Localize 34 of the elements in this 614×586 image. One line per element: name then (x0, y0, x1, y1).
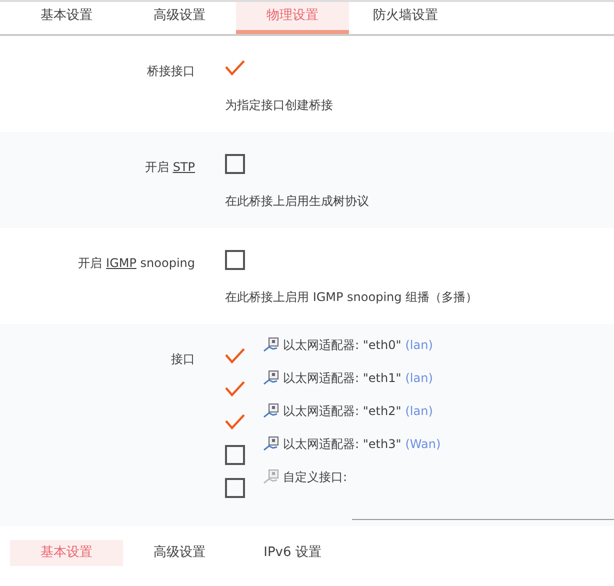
tab[interactable]: 高级设置 (123, 540, 236, 566)
network-name: (lan) (405, 403, 433, 420)
checkbox[interactable] (225, 154, 245, 174)
tab[interactable]: IPv6 设置 (236, 540, 349, 566)
checkbox[interactable] (225, 445, 245, 465)
field-label: 开启 IGMP snooping (77, 255, 195, 272)
network-adapter-icon (263, 436, 279, 452)
network-name: (Wan) (405, 436, 441, 453)
field-label: 桥接接口 (146, 63, 195, 80)
interface-name: 以太网适配器: "eth3" (283, 436, 402, 453)
checkmark[interactable] (225, 379, 245, 399)
network-adapter-icon (263, 370, 279, 386)
interface-name: 以太网适配器: "eth2" (283, 403, 402, 420)
field-label: 开启 STP (144, 159, 195, 176)
interface-name: 以太网适配器: "eth0" (283, 337, 402, 354)
network-adapter-icon (263, 337, 279, 353)
tab[interactable]: 基本设置 (10, 2, 123, 34)
tab[interactable]: 防火墙设置 (349, 2, 462, 34)
help-text: 在此桥接上启用 IGMP snooping 组播（多播） (225, 289, 479, 306)
network-adapter-icon (263, 469, 279, 485)
tab[interactable]: 高级设置 (123, 2, 236, 34)
checkmark[interactable] (225, 412, 245, 432)
help-text: 在此桥接上启用生成树协议 (225, 193, 370, 210)
interface-name: 以太网适配器: "eth1" (283, 370, 402, 387)
network-name: (lan) (405, 370, 433, 387)
interface-name: 自定义接口: (283, 469, 348, 486)
checkmark[interactable] (225, 58, 245, 78)
help-text: 为指定接口创建桥接 (225, 97, 334, 114)
checkbox[interactable] (225, 478, 245, 498)
field-label: 接口 (170, 351, 195, 368)
checkbox[interactable] (225, 250, 245, 270)
network-adapter-icon (263, 403, 279, 419)
checkmark[interactable] (225, 346, 245, 366)
network-name: (lan) (405, 337, 433, 354)
